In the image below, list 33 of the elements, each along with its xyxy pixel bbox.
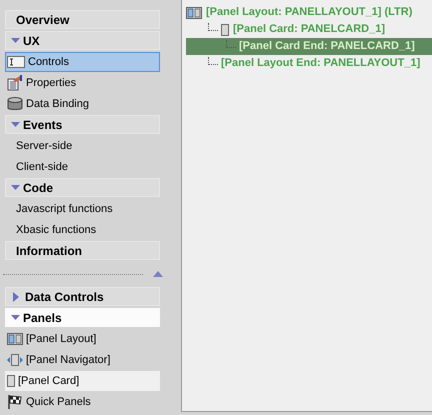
card-arrows-icon (7, 354, 23, 366)
section-header[interactable]: Panels (5, 308, 160, 327)
database-icon (7, 97, 23, 111)
card-icon (221, 24, 229, 36)
section-header[interactable]: Data Controls (5, 287, 160, 306)
expanded-arrow-icon (11, 122, 20, 128)
sidebar-item[interactable]: [Panel Navigator] (5, 350, 160, 370)
expanded-arrow-icon (11, 184, 20, 190)
section-header[interactable]: Information (5, 241, 160, 260)
sidebar-item[interactable]: Client-side (5, 157, 160, 177)
section-header[interactable]: Events (5, 115, 160, 134)
collapsed-arrow-icon (13, 292, 19, 302)
card-icon (7, 375, 15, 387)
sidebar-item[interactable]: Quick Panels (5, 392, 160, 412)
sidebar-item[interactable]: [Panel Layout] (5, 329, 160, 349)
sidebar-item[interactable]: Server-side (5, 136, 160, 156)
sidebar-item[interactable]: Javascript functions (5, 199, 160, 219)
sidebar-item[interactable]: Data Binding (5, 94, 160, 114)
sidebar-item[interactable]: [Panel Card] (5, 371, 160, 391)
sidebar-item[interactable]: Xbasic functions (5, 220, 160, 240)
two-pane-icon (186, 6, 202, 18)
expanded-arrow-icon (11, 38, 20, 44)
section-header[interactable]: Overview (5, 10, 160, 29)
checkered-flag-icon (7, 394, 23, 410)
two-pane-icon (7, 333, 23, 345)
sidebar-item[interactable]: Controls (5, 52, 160, 72)
section-header[interactable]: UX (5, 31, 160, 50)
collapse-up-icon[interactable] (153, 271, 163, 277)
section-header[interactable]: Code (5, 178, 160, 197)
sidebar-item[interactable]: Properties (5, 73, 160, 93)
properties-icon (7, 75, 23, 91)
expanded-arrow-icon (11, 314, 20, 320)
text-field-icon (7, 56, 25, 68)
